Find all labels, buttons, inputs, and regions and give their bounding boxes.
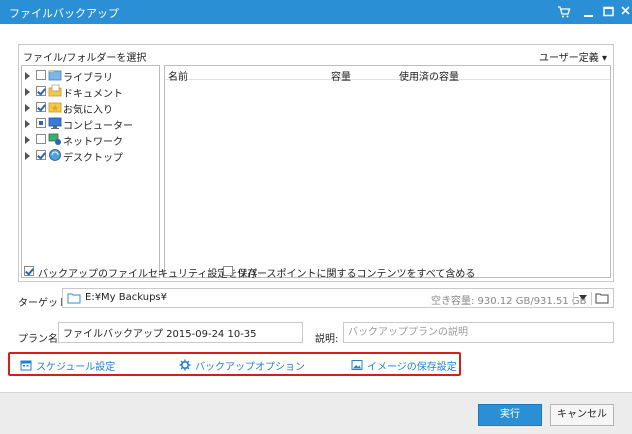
user-defined-dropdown[interactable]: ユーザー定義 ▾ bbox=[539, 49, 607, 64]
run-button[interactable]: 実行 bbox=[478, 404, 542, 426]
backup-options-text: バックアップオプション bbox=[195, 362, 305, 373]
tree-label: ドキュメント bbox=[63, 89, 123, 100]
tree-checkbox-desktop[interactable] bbox=[36, 150, 46, 160]
tree-checkbox-library[interactable] bbox=[36, 70, 46, 80]
file-list[interactable]: 名前 容量 使用済の容量 bbox=[164, 65, 611, 278]
tree-item-favorites[interactable]: お気に入り bbox=[22, 100, 159, 116]
tree-item-library[interactable]: ライブラリ bbox=[22, 68, 159, 84]
expand-arrow-icon[interactable] bbox=[25, 72, 30, 80]
tree-item-documents[interactable]: ドキュメント bbox=[22, 84, 159, 100]
image-storage-text: イメージの保存設定 bbox=[367, 362, 457, 373]
column-used-size[interactable]: 使用済の容量 bbox=[399, 68, 459, 83]
file-list-header: 名前 容量 使用済の容量 bbox=[165, 66, 610, 83]
tree-item-network[interactable]: ネットワーク bbox=[22, 132, 159, 148]
tree-label: ライブラリ bbox=[63, 73, 113, 84]
folder-icon bbox=[67, 293, 81, 304]
desktop-icon bbox=[49, 149, 61, 161]
free-space-text: 空き容量: 930.12 GB/931.51 GB bbox=[431, 296, 587, 307]
target-selector[interactable]: E:¥My Backups¥ 空き容量: 930.12 GB/931.51 GB bbox=[62, 288, 614, 308]
description-label: 説明: bbox=[315, 334, 339, 345]
plan-name-input[interactable] bbox=[58, 322, 303, 343]
include-reparse-label: リパースポイントに関するコンテンツをすべて含める bbox=[237, 269, 476, 280]
tree-item-computer[interactable]: コンピューター bbox=[22, 116, 159, 132]
expand-arrow-icon[interactable] bbox=[25, 136, 30, 144]
tree-item-desktop[interactable]: デスクトップ bbox=[22, 148, 159, 164]
tree-checkbox-computer[interactable] bbox=[36, 118, 46, 128]
cart-icon[interactable] bbox=[556, 4, 572, 20]
tree-checkbox-documents[interactable] bbox=[36, 86, 46, 96]
browse-folder-icon[interactable] bbox=[595, 292, 609, 304]
include-reparse-checkbox[interactable] bbox=[223, 266, 233, 276]
tree-label: デスクトップ bbox=[63, 153, 123, 164]
divider bbox=[573, 292, 574, 305]
plan-name-label: プラン名: bbox=[18, 334, 62, 345]
tree-checkbox-favorites[interactable] bbox=[36, 102, 46, 112]
tree-label: ネットワーク bbox=[63, 137, 123, 148]
column-size[interactable]: 容量 bbox=[331, 68, 351, 83]
expand-arrow-icon[interactable] bbox=[25, 88, 30, 96]
source-selection-panel: ファイル/フォルダーを選択 ユーザー定義 ▾ ライブラリ ドキュメント お気に入… bbox=[18, 44, 614, 282]
window-title: ファイルバックアップ bbox=[9, 7, 119, 20]
backup-options-row: バックアップのファイルセキュリティ設定を保存 リパースポイントに関するコンテンツ… bbox=[18, 262, 614, 282]
save-security-checkbox[interactable] bbox=[24, 266, 34, 276]
source-title: ファイル/フォルダーを選択 bbox=[23, 53, 147, 64]
close-icon[interactable] bbox=[619, 4, 632, 20]
maximize-icon[interactable] bbox=[601, 4, 617, 20]
source-header: ファイル/フォルダーを選択 ユーザー定義 ▾ bbox=[19, 45, 613, 65]
chevron-down-icon[interactable] bbox=[579, 295, 587, 300]
tree-label: コンピューター bbox=[63, 121, 133, 132]
minimize-icon[interactable] bbox=[581, 4, 597, 20]
description-input[interactable] bbox=[343, 322, 614, 343]
gear-icon bbox=[179, 359, 191, 371]
tree-label: お気に入り bbox=[63, 105, 113, 116]
divider bbox=[591, 292, 592, 305]
settings-links-highlight: スケジュール設定 バックアップオプション イメージの保存設定 bbox=[8, 352, 461, 376]
target-path: E:¥My Backups¥ bbox=[85, 292, 168, 303]
computer-icon bbox=[48, 117, 62, 129]
folder-tree[interactable]: ライブラリ ドキュメント お気に入り コンピューター ネットワーク デスクトップ bbox=[21, 65, 160, 278]
schedule-settings-text: スケジュール設定 bbox=[36, 362, 116, 373]
dialog-footer: 実行 キャンセル bbox=[0, 392, 632, 434]
expand-arrow-icon[interactable] bbox=[25, 104, 30, 112]
documents-icon bbox=[48, 84, 62, 97]
expand-arrow-icon[interactable] bbox=[25, 120, 30, 128]
tree-checkbox-network[interactable] bbox=[36, 134, 46, 144]
favorites-icon bbox=[48, 102, 62, 113]
network-icon bbox=[48, 133, 61, 145]
dialog-content: ファイル/フォルダーを選択 ユーザー定義 ▾ ライブラリ ドキュメント お気に入… bbox=[0, 24, 632, 392]
title-bar: ファイルバックアップ bbox=[0, 0, 632, 24]
library-icon bbox=[48, 70, 62, 81]
expand-arrow-icon[interactable] bbox=[25, 152, 30, 160]
cancel-button[interactable]: キャンセル bbox=[550, 404, 614, 426]
image-icon bbox=[351, 360, 363, 370]
calendar-icon bbox=[20, 360, 32, 371]
column-name[interactable]: 名前 bbox=[168, 68, 188, 83]
